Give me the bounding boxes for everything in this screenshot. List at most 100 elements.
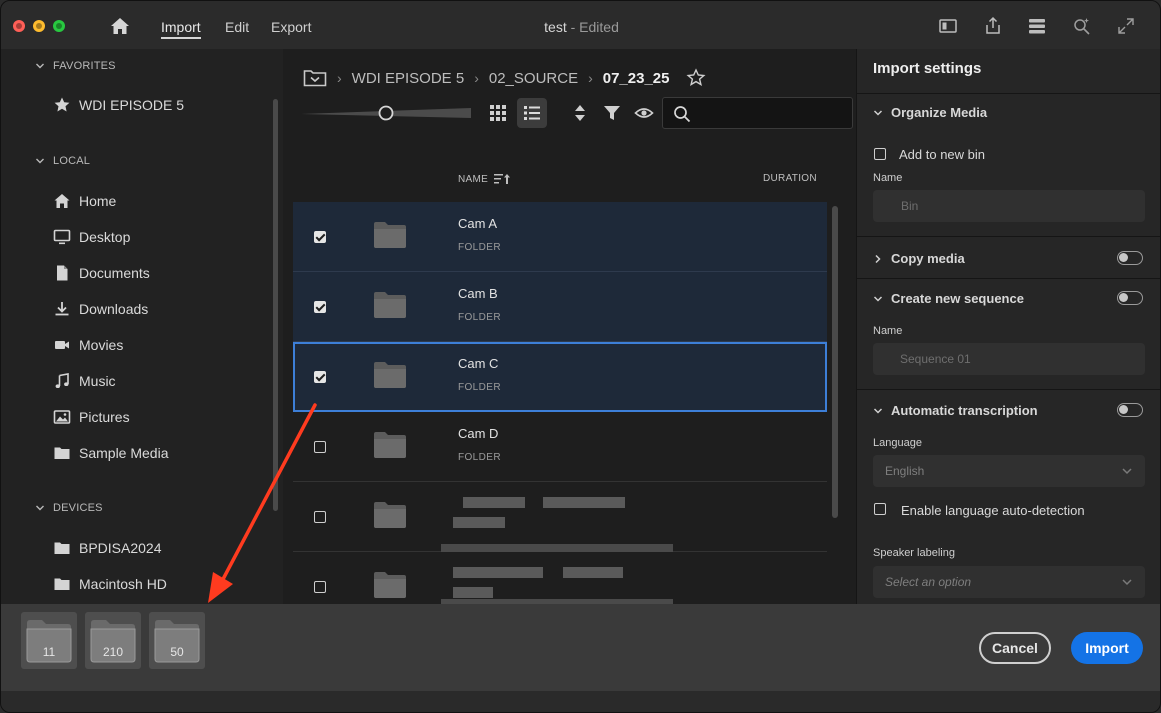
- chevron-down-icon: [36, 63, 44, 69]
- sort-icon[interactable]: [570, 103, 590, 123]
- selection-stack[interactable]: 210: [85, 612, 141, 669]
- sidebar-item-pictures[interactable]: Pictures: [53, 407, 130, 427]
- search-input[interactable]: [697, 102, 847, 124]
- folder-dropdown-icon[interactable]: [303, 68, 327, 88]
- sidebar-item-label: BPDISA2024: [79, 540, 162, 556]
- copy-media-switch[interactable]: [1117, 251, 1143, 265]
- sidebar-item-bpdisa2024[interactable]: BPDISA2024: [53, 538, 162, 558]
- sidebar-item-downloads[interactable]: Downloads: [53, 299, 148, 319]
- folder-icon: [374, 502, 406, 528]
- folder-icon: [374, 572, 406, 598]
- star-outline-icon[interactable]: [685, 68, 706, 88]
- import-window: Import Edit Export test - Edited FAVORIT…: [0, 0, 1161, 713]
- sidebar-item-movies[interactable]: Movies: [53, 335, 123, 355]
- grid-view-button[interactable]: [483, 98, 513, 128]
- home-icon: [54, 194, 70, 208]
- copy-media-label: Copy media: [891, 251, 965, 266]
- row-checkbox[interactable]: [314, 441, 326, 453]
- chevron-right-icon: [875, 254, 881, 263]
- panel-icon[interactable]: [938, 16, 958, 36]
- menu-import[interactable]: Import: [161, 19, 201, 39]
- sequence-name-field[interactable]: Sequence 01: [873, 343, 1145, 375]
- image-icon: [53, 410, 71, 424]
- bin-name-field[interactable]: Bin: [873, 190, 1145, 222]
- selection-stack[interactable]: 11: [21, 612, 77, 669]
- list-item[interactable]: Cam A FOLDER: [293, 202, 827, 272]
- name-column-label: NAME: [458, 173, 489, 185]
- search-field[interactable]: [662, 97, 853, 129]
- transcription-toggle[interactable]: Automatic transcription: [873, 403, 1038, 418]
- menu-edit[interactable]: Edit: [225, 19, 249, 35]
- create-sequence-toggle[interactable]: Create new sequence: [873, 291, 1024, 306]
- selection-stack[interactable]: 50: [149, 612, 205, 669]
- row-checkbox[interactable]: [314, 511, 326, 523]
- divider: [857, 93, 1160, 94]
- cancel-button[interactable]: Cancel: [979, 632, 1051, 664]
- add-to-new-bin-checkbox[interactable]: [874, 148, 886, 160]
- language-label: Language: [873, 437, 922, 449]
- name-column-header[interactable]: NAME: [458, 173, 512, 185]
- transcription-switch[interactable]: [1117, 403, 1143, 417]
- list-item[interactable]: Cam C FOLDER: [293, 342, 827, 412]
- speaker-labeling-label: Speaker labeling: [873, 547, 955, 559]
- organize-media-toggle[interactable]: Organize Media: [873, 105, 987, 120]
- home-icon[interactable]: [109, 15, 131, 37]
- sidebar-item-documents[interactable]: Documents: [53, 263, 150, 283]
- fullscreen-icon[interactable]: [1116, 16, 1136, 36]
- filter-icon[interactable]: [602, 103, 622, 123]
- row-checkbox[interactable]: [314, 371, 326, 383]
- create-sequence-switch[interactable]: [1117, 291, 1143, 305]
- auto-detect-checkbox[interactable]: [874, 503, 886, 515]
- language-dropdown[interactable]: English: [873, 455, 1145, 487]
- list-item[interactable]: [293, 482, 827, 552]
- speaker-labeling-dropdown[interactable]: Select an option: [873, 566, 1145, 598]
- row-checkbox[interactable]: [314, 231, 326, 243]
- devices-section-toggle[interactable]: DEVICES: [35, 502, 103, 514]
- thumbnail-size-slider[interactable]: [301, 105, 471, 121]
- local-section-toggle[interactable]: LOCAL: [35, 155, 90, 167]
- chevron-down-icon: [1122, 579, 1132, 586]
- folder-icon: [54, 447, 70, 459]
- favorites-section-toggle[interactable]: FAVORITES: [35, 60, 116, 72]
- list-item[interactable]: Cam D FOLDER: [293, 412, 827, 482]
- list-view-button[interactable]: [517, 98, 547, 128]
- breadcrumb-current: 07_23_25: [602, 69, 670, 87]
- sidebar-scrollbar[interactable]: [273, 99, 278, 511]
- row-type: FOLDER: [458, 382, 501, 393]
- duration-column-header[interactable]: DURATION: [763, 173, 817, 184]
- list-item[interactable]: Cam B FOLDER: [293, 272, 827, 342]
- duration-column-label: DURATION: [763, 173, 817, 184]
- folder-icon: [374, 292, 406, 318]
- sidebar-item-label: Pictures: [79, 409, 130, 425]
- share-icon[interactable]: [983, 16, 1003, 36]
- zoom-window-button[interactable]: [53, 20, 65, 32]
- chevron-down-icon: [873, 407, 883, 414]
- row-name: Cam A: [458, 216, 498, 231]
- sidebar-item-music[interactable]: Music: [53, 371, 116, 391]
- minimize-window-button[interactable]: [33, 20, 45, 32]
- row-checkbox[interactable]: [314, 581, 326, 593]
- bin-name-value: Bin: [901, 199, 919, 213]
- folder-icon: [374, 432, 406, 458]
- breadcrumb-item[interactable]: 02_SOURCE: [489, 70, 578, 87]
- queue-icon[interactable]: [1027, 16, 1047, 36]
- sidebar-item-wdi-episode-5[interactable]: WDI EPISODE 5: [53, 95, 184, 115]
- monitor-icon: [53, 229, 71, 245]
- file-list-scrollbar[interactable]: [832, 206, 838, 518]
- row-checkbox[interactable]: [314, 301, 326, 313]
- eye-icon[interactable]: [634, 103, 654, 123]
- sidebar-item-macintosh-hd[interactable]: Macintosh HD: [53, 574, 167, 594]
- close-window-button[interactable]: [13, 20, 25, 32]
- chevron-down-icon: [36, 158, 44, 164]
- sidebar-item-sample-media[interactable]: Sample Media: [53, 443, 169, 463]
- search-spark-icon[interactable]: [1072, 16, 1092, 36]
- import-button[interactable]: Import: [1071, 632, 1143, 664]
- sidebar-item-home[interactable]: Home: [53, 191, 116, 211]
- sidebar-item-desktop[interactable]: Desktop: [53, 227, 130, 247]
- add-to-new-bin-label: Add to new bin: [899, 147, 986, 162]
- breadcrumb-item[interactable]: WDI EPISODE 5: [352, 70, 465, 87]
- sequence-name-value: Sequence 01: [900, 352, 971, 366]
- menu-export[interactable]: Export: [271, 19, 311, 35]
- list-item[interactable]: [293, 552, 827, 604]
- copy-media-toggle[interactable]: Copy media: [873, 251, 965, 266]
